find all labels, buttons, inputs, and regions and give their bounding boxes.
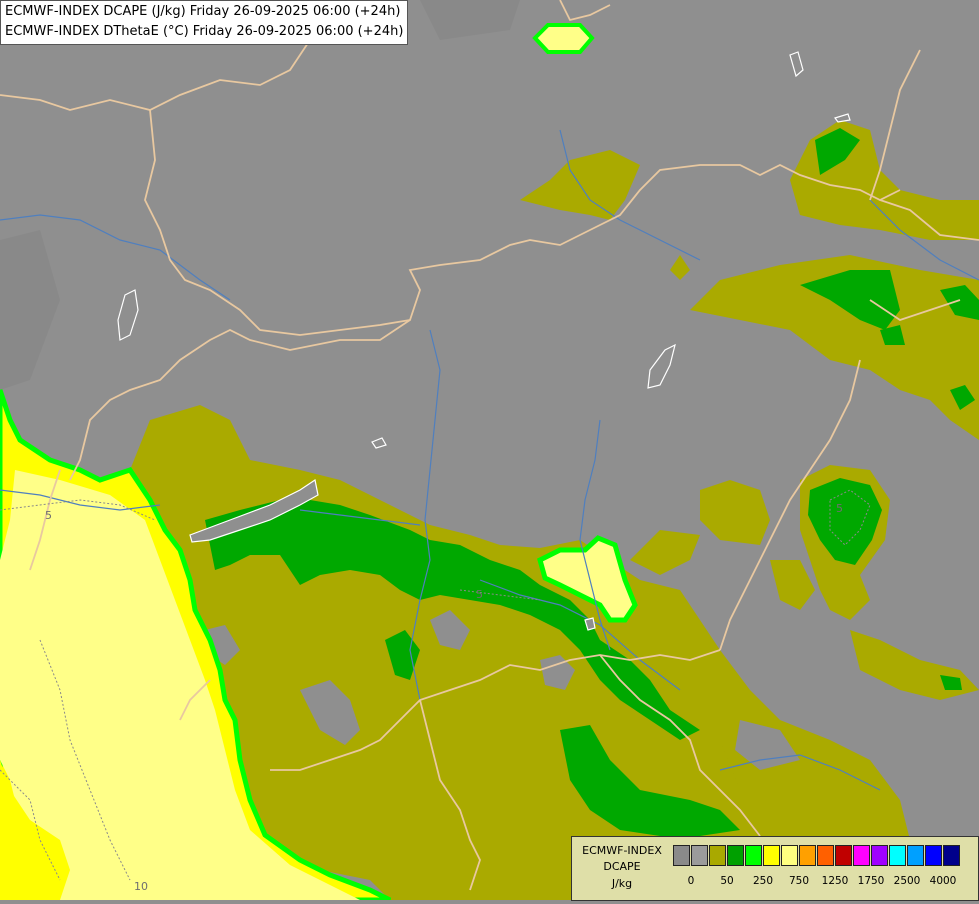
legend-unit: J/kg xyxy=(611,877,633,890)
legend-swatch xyxy=(817,845,834,866)
legend-swatch xyxy=(673,845,690,866)
legend-tick-label: 4000 xyxy=(929,875,957,887)
legend-parameter: DCAPE xyxy=(603,860,641,873)
legend-tick-label: 750 xyxy=(788,875,810,887)
legend-tick-label: 50 xyxy=(720,875,734,887)
contour-label-5-east: 5 xyxy=(836,502,843,515)
legend-tick-label: 1250 xyxy=(821,875,849,887)
legend-swatch xyxy=(781,845,798,866)
legend-tick-label: 2500 xyxy=(893,875,921,887)
legend-swatch xyxy=(745,845,762,866)
legend-tick-label: 250 xyxy=(752,875,774,887)
legend-swatch xyxy=(709,845,726,866)
legend-swatch xyxy=(727,845,744,866)
legend-swatch xyxy=(691,845,708,866)
legend-tick-label: 1750 xyxy=(857,875,885,887)
legend-tick-label: 0 xyxy=(687,875,695,887)
map-title-dcape: ECMWF-INDEX DCAPE (J/kg) Friday 26-09-20… xyxy=(5,4,401,19)
color-legend: ECMWF-INDEX DCAPE J/kg 0 50 250 750 1250 1750… xyxy=(571,836,979,901)
legend-swatch xyxy=(943,845,960,866)
legend-swatch xyxy=(871,845,888,866)
legend-swatch xyxy=(835,845,852,866)
legend-swatch xyxy=(889,845,906,866)
contour-label-5-west: 5 xyxy=(45,509,52,522)
contour-label-5-central: 5 xyxy=(476,588,483,601)
forecast-map: 5 5 5 10 xyxy=(0,0,979,903)
legend-swatch xyxy=(763,845,780,866)
legend-swatch xyxy=(925,845,942,866)
map-title-box: ECMWF-INDEX DCAPE (J/kg) Friday 26-09-20… xyxy=(0,0,409,45)
dcape-yellow-north xyxy=(532,23,595,54)
legend-title: ECMWF-INDEX xyxy=(582,844,662,857)
contour-label-10: 10 xyxy=(134,880,148,893)
map-title-dthetae: ECMWF-INDEX DThetaE (°C) Friday 26-09-20… xyxy=(5,24,404,39)
legend-swatch xyxy=(907,845,924,866)
legend-swatch xyxy=(853,845,870,866)
legend-swatch xyxy=(799,845,816,866)
